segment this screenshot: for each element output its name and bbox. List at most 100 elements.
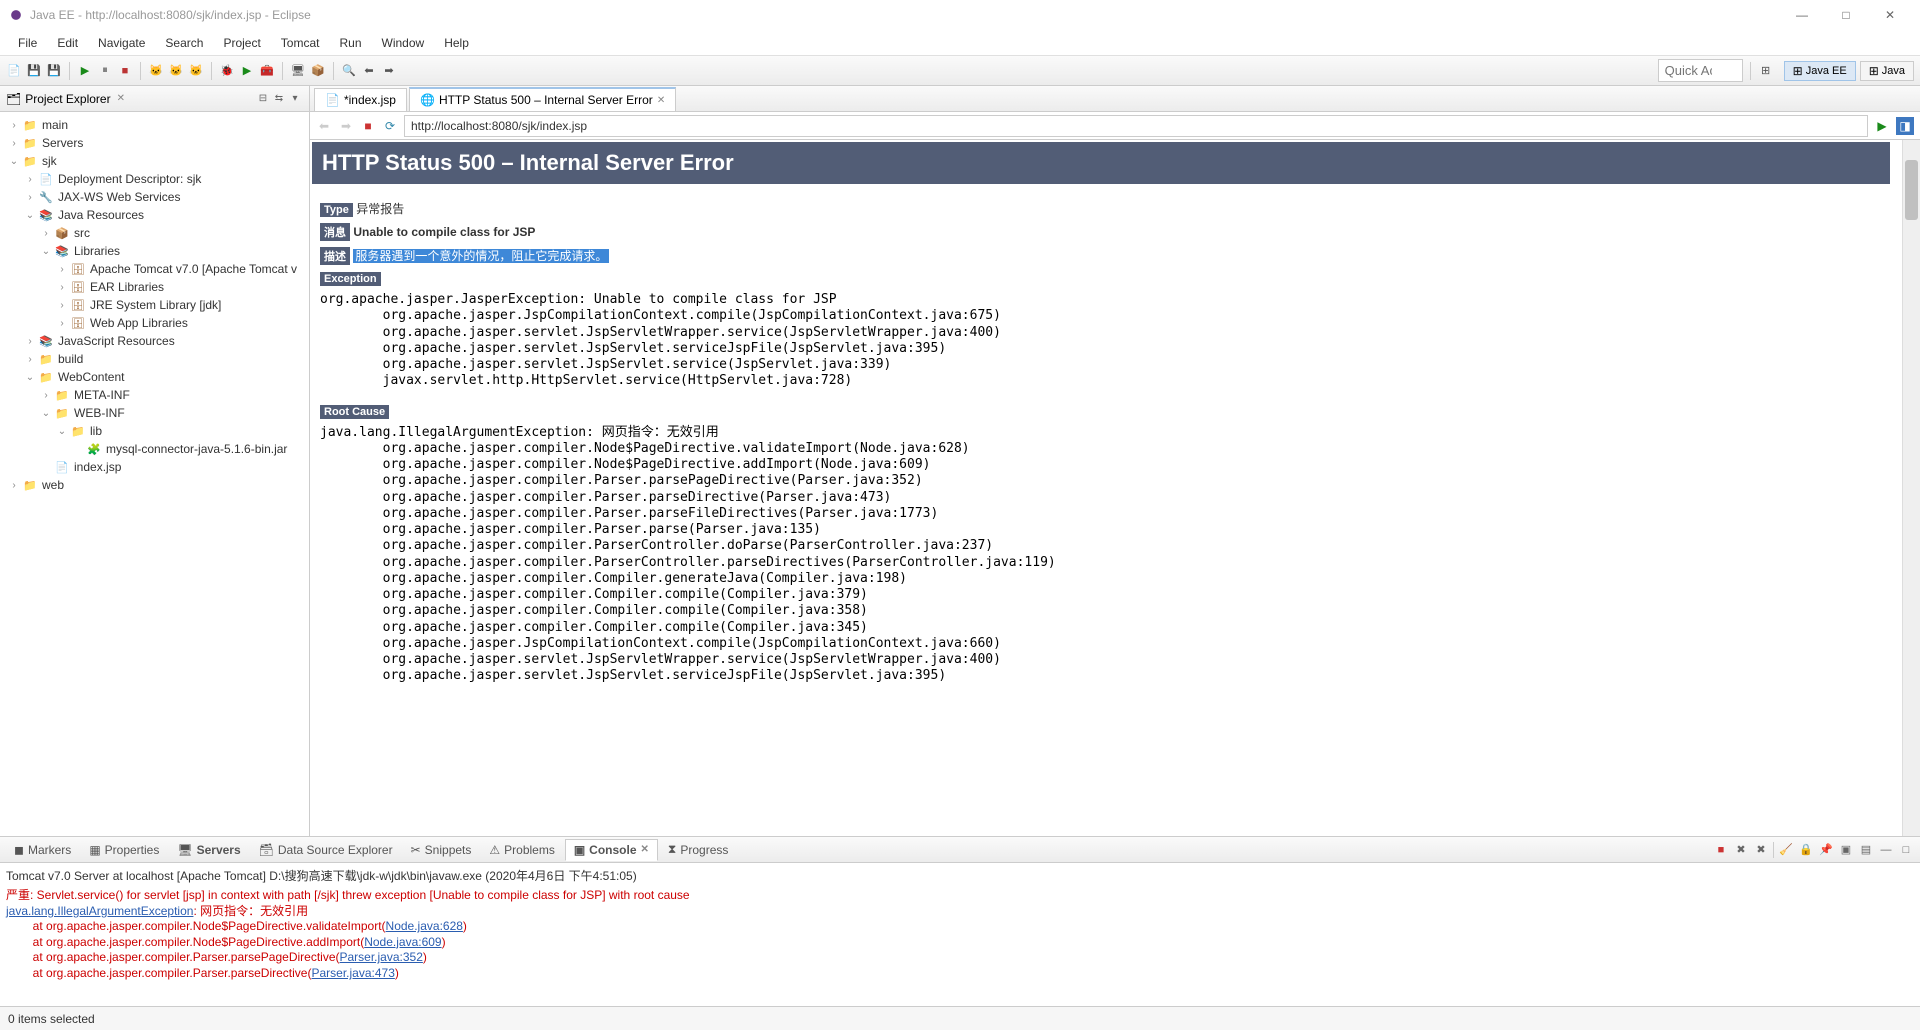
tree-twisty-icon[interactable]: › bbox=[38, 390, 54, 401]
tree-node[interactable]: ⌄📚Java Resources bbox=[0, 206, 309, 224]
tree-twisty-icon[interactable]: ⌄ bbox=[38, 408, 54, 419]
back-icon[interactable]: ⬅ bbox=[316, 118, 332, 134]
forward-icon[interactable]: ➡ bbox=[338, 118, 354, 134]
stack-link[interactable]: Node.java:609 bbox=[364, 935, 441, 949]
bottom-tab-problems[interactable]: ⚠Problems bbox=[481, 840, 562, 860]
new-icon[interactable]: 📄 bbox=[6, 63, 22, 79]
tomcat-restart-icon[interactable]: 🐱 bbox=[188, 63, 204, 79]
bottom-tab-data-source-explorer[interactable]: 🗃Data Source Explorer bbox=[251, 840, 401, 860]
bottom-tab-console[interactable]: ▣Console✕ bbox=[565, 839, 658, 861]
stop-load-icon[interactable]: ■ bbox=[360, 118, 376, 134]
tree-twisty-icon[interactable]: › bbox=[54, 282, 70, 293]
bottom-tab-servers[interactable]: 🖥Servers bbox=[169, 840, 248, 860]
bottom-tab-snippets[interactable]: ✂Snippets bbox=[403, 840, 480, 860]
open-console-icon[interactable]: ▤ bbox=[1858, 842, 1874, 858]
tree-node[interactable]: ›📁META-INF bbox=[0, 386, 309, 404]
menu-tomcat[interactable]: Tomcat bbox=[271, 32, 330, 54]
tree-twisty-icon[interactable]: › bbox=[54, 318, 70, 329]
editor-tab[interactable]: 📄*index.jsp bbox=[314, 88, 407, 111]
remove-terminated-icon[interactable]: ✖ bbox=[1733, 842, 1749, 858]
tree-node[interactable]: ›🗄Apache Tomcat v7.0 [Apache Tomcat v bbox=[0, 260, 309, 278]
tree-node[interactable]: 🧩mysql-connector-java-5.1.6-bin.jar bbox=[0, 440, 309, 458]
tree-node[interactable]: ›🗄Web App Libraries bbox=[0, 314, 309, 332]
maximize-panel-icon[interactable]: □ bbox=[1898, 842, 1914, 858]
maximize-editor-icon[interactable]: ◨ bbox=[1896, 117, 1914, 135]
pause-icon[interactable]: ⏸ bbox=[97, 63, 113, 79]
run-icon[interactable]: ▶ bbox=[77, 63, 93, 79]
tree-node[interactable]: ›🗄EAR Libraries bbox=[0, 278, 309, 296]
maximize-button[interactable]: □ bbox=[1824, 0, 1868, 30]
collapse-all-icon[interactable]: ⊟ bbox=[255, 91, 271, 107]
save-icon[interactable]: 💾 bbox=[26, 63, 42, 79]
tree-twisty-icon[interactable]: › bbox=[22, 354, 38, 365]
tree-node[interactable]: ›🗄JRE System Library [jdk] bbox=[0, 296, 309, 314]
bottom-tab-progress[interactable]: ⧗Progress bbox=[660, 839, 736, 860]
perspective-java[interactable]: ⊞Java bbox=[1860, 61, 1914, 81]
external-icon[interactable]: 🧰 bbox=[259, 63, 275, 79]
url-input[interactable] bbox=[404, 115, 1868, 137]
stop-icon[interactable]: ■ bbox=[117, 63, 133, 79]
menu-file[interactable]: File bbox=[8, 32, 47, 54]
go-icon[interactable]: ▶ bbox=[1874, 118, 1890, 134]
tomcat-start-icon[interactable]: 🐱 bbox=[148, 63, 164, 79]
menu-edit[interactable]: Edit bbox=[47, 32, 88, 54]
new-server-icon[interactable]: 🖥 bbox=[290, 63, 306, 79]
open-perspective-icon[interactable]: ⊞ bbox=[1758, 63, 1774, 79]
menu-run[interactable]: Run bbox=[329, 32, 371, 54]
refresh-icon[interactable]: ⟳ bbox=[382, 118, 398, 134]
search-icon[interactable]: 🔍 bbox=[341, 63, 357, 79]
menu-help[interactable]: Help bbox=[434, 32, 479, 54]
tree-node[interactable]: ⌄📁sjk bbox=[0, 152, 309, 170]
menu-project[interactable]: Project bbox=[213, 32, 270, 54]
tomcat-stop-icon[interactable]: 🐱 bbox=[168, 63, 184, 79]
bottom-tab-markers[interactable]: ◼Markers bbox=[6, 840, 79, 860]
project-tree[interactable]: ›📁main›📁Servers⌄📁sjk›📄Deployment Descrip… bbox=[0, 112, 309, 836]
tree-twisty-icon[interactable]: ⌄ bbox=[54, 426, 70, 437]
annotation-next-icon[interactable]: ➡ bbox=[381, 63, 397, 79]
tree-node[interactable]: ⌄📁WebContent bbox=[0, 368, 309, 386]
stack-link[interactable]: Parser.java:352 bbox=[340, 950, 423, 964]
tree-node[interactable]: 📄index.jsp bbox=[0, 458, 309, 476]
stack-link[interactable]: Parser.java:473 bbox=[311, 966, 394, 980]
view-menu-icon[interactable]: ▾ bbox=[287, 91, 303, 107]
view-close-icon[interactable]: ✕ bbox=[117, 93, 125, 104]
tree-twisty-icon[interactable]: › bbox=[6, 138, 22, 149]
tree-node[interactable]: ›📄Deployment Descriptor: sjk bbox=[0, 170, 309, 188]
new-package-icon[interactable]: 📦 bbox=[310, 63, 326, 79]
tree-node[interactable]: ›📦src bbox=[0, 224, 309, 242]
annotation-prev-icon[interactable]: ⬅ bbox=[361, 63, 377, 79]
tree-twisty-icon[interactable]: › bbox=[22, 336, 38, 347]
stack-link[interactable]: java.lang.IllegalArgumentException bbox=[6, 904, 193, 918]
save-all-icon[interactable]: 💾 bbox=[46, 63, 62, 79]
debug-icon[interactable]: 🐞 bbox=[219, 63, 235, 79]
minimize-panel-icon[interactable]: — bbox=[1878, 842, 1894, 858]
tree-twisty-icon[interactable]: › bbox=[22, 192, 38, 203]
stack-link[interactable]: Node.java:628 bbox=[386, 919, 463, 933]
perspective-java-ee[interactable]: ⊞Java EE bbox=[1784, 61, 1856, 81]
menu-navigate[interactable]: Navigate bbox=[88, 32, 155, 54]
tree-node[interactable]: ›📁main bbox=[0, 116, 309, 134]
close-button[interactable]: ✕ bbox=[1868, 0, 1912, 30]
quick-access-input[interactable] bbox=[1658, 59, 1743, 82]
tree-node[interactable]: ⌄📚Libraries bbox=[0, 242, 309, 260]
link-editor-icon[interactable]: ⇆ bbox=[271, 91, 287, 107]
remove-all-icon[interactable]: ✖ bbox=[1753, 842, 1769, 858]
console-output[interactable]: 严重: Servlet.service() for servlet [jsp] … bbox=[0, 888, 1920, 1006]
menu-search[interactable]: Search bbox=[155, 32, 213, 54]
run-last-icon[interactable]: ▶ bbox=[239, 63, 255, 79]
tree-twisty-icon[interactable]: › bbox=[54, 264, 70, 275]
tree-node[interactable]: ›📚JavaScript Resources bbox=[0, 332, 309, 350]
tree-twisty-icon[interactable]: › bbox=[54, 300, 70, 311]
tree-node[interactable]: ›📁Servers bbox=[0, 134, 309, 152]
clear-console-icon[interactable]: 🧹 bbox=[1778, 842, 1794, 858]
minimize-button[interactable]: — bbox=[1780, 0, 1824, 30]
tree-node[interactable]: ›📁web bbox=[0, 476, 309, 494]
tree-node[interactable]: ›📁build bbox=[0, 350, 309, 368]
tree-node[interactable]: ›🔧JAX-WS Web Services bbox=[0, 188, 309, 206]
tree-twisty-icon[interactable]: ⌄ bbox=[6, 156, 22, 167]
display-console-icon[interactable]: ▣ bbox=[1838, 842, 1854, 858]
scroll-lock-icon[interactable]: 🔒 bbox=[1798, 842, 1814, 858]
tree-twisty-icon[interactable]: › bbox=[6, 120, 22, 131]
tree-twisty-icon[interactable]: ⌄ bbox=[22, 372, 38, 383]
tab-close-icon[interactable]: ✕ bbox=[641, 844, 649, 855]
